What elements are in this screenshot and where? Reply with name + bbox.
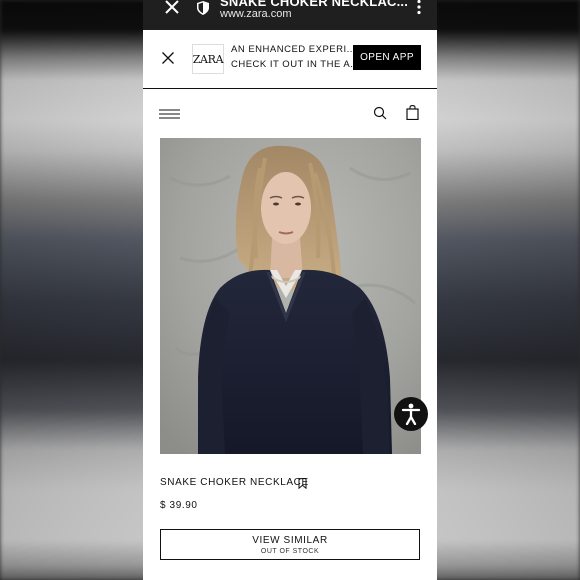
zara-logo: ZARA: [192, 44, 224, 74]
phone-screen: SNAKE CHOKER NECKLAC... www.zara.com ZAR…: [143, 0, 437, 580]
product-price: $ 39.90: [160, 500, 198, 511]
menu-icon[interactable]: [159, 109, 180, 119]
search-icon[interactable]: [373, 106, 387, 120]
close-banner-icon[interactable]: [161, 51, 175, 65]
lock-icon[interactable]: [196, 1, 210, 15]
stock-status: OUT OF STOCK: [260, 548, 320, 555]
shopping-bag-icon[interactable]: [406, 105, 419, 120]
view-similar-button[interactable]: VIEW SIMILAR OUT OF STOCK: [160, 529, 420, 560]
accessibility-icon: [401, 403, 421, 425]
browser-tab-bar: SNAKE CHOKER NECKLAC... www.zara.com: [143, 0, 437, 30]
browser-url[interactable]: www.zara.com: [220, 8, 292, 20]
app-banner: ZARA AN ENHANCED EXPERI... CHECK IT OUT …: [143, 30, 437, 89]
open-app-button[interactable]: OPEN APP: [353, 45, 421, 70]
bookmark-icon[interactable]: [298, 478, 307, 489]
more-vertical-icon[interactable]: [415, 0, 423, 16]
banner-text-line2: CHECK IT OUT IN THE A...: [231, 59, 360, 70]
product-image[interactable]: [160, 138, 421, 454]
banner-text-line1: AN ENHANCED EXPERI...: [231, 44, 357, 55]
close-icon[interactable]: [163, 0, 181, 18]
view-similar-label: VIEW SIMILAR: [252, 535, 328, 546]
accessibility-button[interactable]: [394, 397, 428, 431]
product-name: SNAKE CHOKER NECKLACE: [160, 477, 309, 488]
product-photo: [160, 138, 421, 454]
